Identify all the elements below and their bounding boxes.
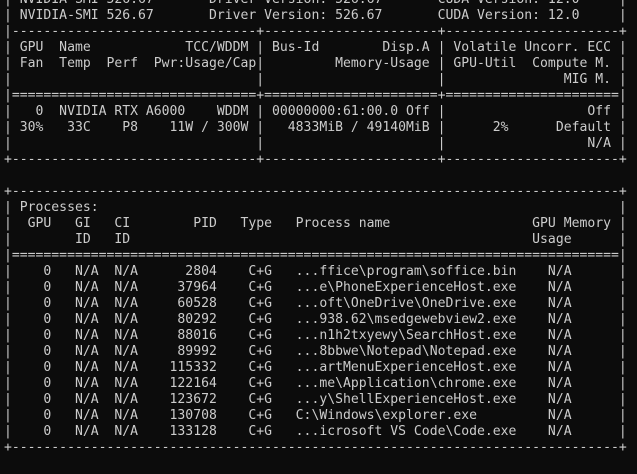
terminal-line: | 0 N/A N/A 88016 C+G ...n1h2txyewy\Sear… (4, 328, 627, 343)
terminal-line: | Fan Temp Perf Pwr:Usage/Cap| Memory-Us… (4, 56, 627, 71)
terminal-line: | 30% 33C P8 11W / 300W | 4833MiB / 4914… (4, 120, 627, 135)
terminal-line: | GPU GI CI PID Type Process name GPU Me… (4, 216, 627, 231)
terminal-line: | 0 N/A N/A 115332 C+G ...artMenuExperie… (4, 360, 627, 375)
terminal-line: |===============================+=======… (4, 88, 627, 103)
terminal-line: | Processes: | (4, 200, 627, 215)
terminal-line: | 0 N/A N/A 2804 C+G ...ffice\program\so… (4, 264, 627, 279)
terminal-line: | GPU Name TCC/WDDM | Bus-Id Disp.A | Vo… (4, 40, 627, 55)
terminal-line: | 0 N/A N/A 60528 C+G ...oft\OneDrive\On… (4, 296, 627, 311)
terminal-line: | NVIDIA-SMI 526.67 Driver Version: 526.… (0, 0, 637, 8)
terminal-line: | 0 NVIDIA RTX A6000 WDDM | 00000000:61:… (4, 104, 627, 119)
terminal-line: | | | MIG M. | (4, 72, 627, 87)
terminal-window[interactable]: | NVIDIA-SMI 526.67 Driver Version: 526.… (0, 0, 637, 474)
terminal-line: +---------------------------------------… (4, 184, 627, 199)
terminal-line: +---------------------------------------… (4, 440, 627, 455)
terminal-line: | | | N/A | (4, 136, 627, 151)
terminal-line: |-------------------------------+-------… (4, 24, 627, 39)
terminal-line: | 0 N/A N/A 130708 C+G C:\Windows\explor… (4, 408, 627, 423)
terminal-line: | 0 N/A N/A 122164 C+G ...me\Application… (4, 376, 627, 391)
terminal-line: +-------------------------------+-------… (4, 152, 627, 167)
terminal-line: |=======================================… (4, 248, 627, 263)
terminal-line: | 0 N/A N/A 80292 C+G ...938.62\msedgewe… (4, 312, 627, 327)
terminal-line: | 0 N/A N/A 37964 C+G ...e\PhoneExperien… (4, 280, 627, 295)
terminal-line (0, 168, 637, 184)
terminal-line: | 0 N/A N/A 133128 C+G ...icrosoft VS Co… (4, 424, 627, 439)
terminal-line: | 0 N/A N/A 89992 C+G ...8bbwe\Notepad\N… (4, 344, 627, 359)
terminal-line: | 0 N/A N/A 123672 C+G ...y\ShellExperie… (4, 392, 627, 407)
terminal-line: | NVIDIA-SMI 526.67 Driver Version: 526.… (4, 8, 627, 23)
terminal-line: | ID ID Usage | (4, 232, 627, 247)
terminal-output: | NVIDIA-SMI 526.67 Driver Version: 526.… (0, 0, 637, 456)
